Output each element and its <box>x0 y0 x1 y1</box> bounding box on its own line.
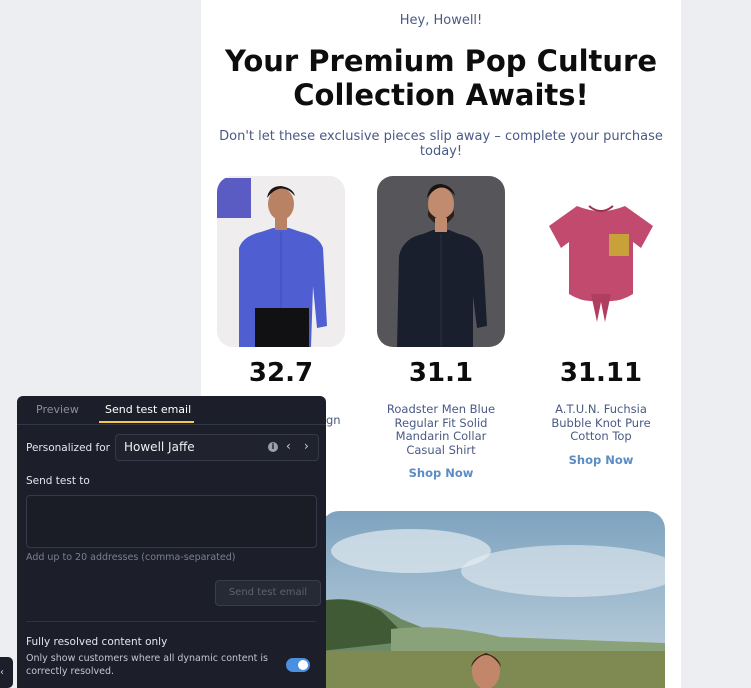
chevron-left-icon[interactable]: ‹ <box>286 439 291 453</box>
personalized-for-selector[interactable]: Howell Jaffe i ‹ › <box>115 434 319 461</box>
toggle-knob <box>298 660 308 670</box>
send-test-to-input[interactable] <box>26 495 317 548</box>
active-tab-indicator <box>99 421 194 423</box>
product-name-2: Roadster Men Blue Regular Fit Solid Mand… <box>386 402 496 457</box>
fully-resolved-title: Fully resolved content only <box>26 636 168 648</box>
send-test-email-button[interactable]: Send test email <box>215 580 321 606</box>
product-image-3[interactable] <box>537 176 665 347</box>
man-navy-shirt-image <box>377 176 505 347</box>
product-card-1[interactable]: 32.7 <box>217 176 345 389</box>
fuchsia-top-image <box>537 176 665 347</box>
tab-preview[interactable]: Preview <box>36 403 79 416</box>
product-price-1: 32.7 <box>248 358 314 388</box>
send-test-email-panel: Preview Send test email Personalized for… <box>17 396 326 688</box>
info-icon[interactable]: i <box>268 442 278 452</box>
headline-line-1: Your Premium Pop Culture <box>224 44 658 78</box>
product-name-3: A.T.U.N. Fuchsia Bubble Knot Pure Cotton… <box>551 402 651 443</box>
greeting-text: Hey, Howell! <box>399 13 483 28</box>
fully-resolved-description: Only show customers where all dynamic co… <box>26 653 268 677</box>
product-image-1[interactable] <box>217 176 345 347</box>
collapse-panel-button[interactable]: ‹ <box>0 657 13 688</box>
product-image-2[interactable] <box>377 176 505 347</box>
tab-send-test-email[interactable]: Send test email <box>105 403 191 416</box>
fully-resolved-toggle[interactable] <box>286 658 310 672</box>
personalized-for-label: Personalized for <box>26 442 110 454</box>
product-card-2[interactable]: 31.1 Roadster Men Blue Regular Fit Solid… <box>377 176 505 480</box>
personalized-for-value: Howell Jaffe <box>124 440 195 454</box>
chevron-right-icon[interactable]: › <box>304 439 309 453</box>
shop-now-link-3[interactable]: Shop Now <box>537 453 665 467</box>
panel-tabs: Preview Send test email <box>17 396 326 425</box>
send-test-to-label: Send test to <box>26 475 90 487</box>
panel-divider <box>26 621 316 622</box>
man-purple-shirt-image <box>217 176 345 347</box>
product-card-3[interactable]: 31.11 A.T.U.N. Fuchsia Bubble Knot Pure … <box>537 176 665 467</box>
product-price-3: 31.11 <box>559 358 643 388</box>
shop-now-link-2[interactable]: Shop Now <box>377 466 505 480</box>
chevron-left-icon: ‹ <box>0 667 4 678</box>
product-price-2: 31.1 <box>408 358 474 388</box>
product-name-1: gn <box>326 413 341 427</box>
addresses-hint: Add up to 20 addresses (comma-separated) <box>26 552 236 563</box>
headline-line-2: Collection Awaits! <box>293 78 589 112</box>
hero-image[interactable] <box>321 511 665 688</box>
email-subheadline: Don't let these exclusive pieces slip aw… <box>219 129 663 159</box>
meadow-landscape-image <box>321 511 665 688</box>
email-headline: Your Premium Pop Culture Collection Awai… <box>201 44 681 112</box>
